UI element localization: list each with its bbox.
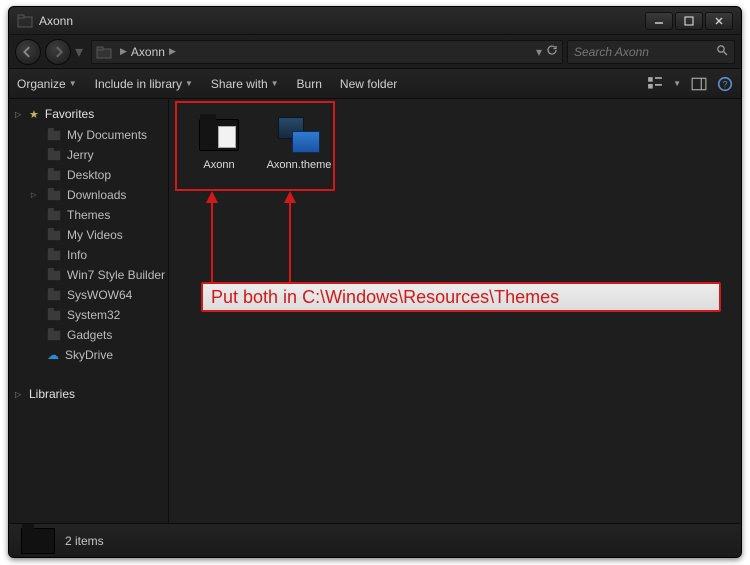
breadcrumb-arrow-icon[interactable]: ▶ <box>165 46 180 57</box>
sidebar-item-label: SysWOW64 <box>67 288 132 302</box>
sidebar-item[interactable]: Themes <box>9 205 168 225</box>
new-folder-button[interactable]: New folder <box>340 77 397 91</box>
preview-pane-icon[interactable] <box>691 76 707 92</box>
window-icon <box>17 13 33 29</box>
star-icon: ★ <box>29 108 39 121</box>
include-library-menu[interactable]: Include in library▼ <box>95 77 193 91</box>
location-folder-icon <box>96 44 112 60</box>
folder-icon <box>47 170 61 181</box>
search-placeholder: Search Axonn <box>574 45 649 59</box>
breadcrumb-label: Axonn <box>131 45 165 59</box>
address-bar[interactable]: ▶ Axonn ▶ ▾ <box>91 40 563 64</box>
libraries-header[interactable]: Libraries <box>9 383 168 405</box>
titlebar: Axonn <box>9 7 741 35</box>
sidebar-item-label: My Videos <box>67 228 123 242</box>
folder-icon <box>47 330 61 341</box>
sidebar: ★Favorites My Documents Jerry Desktop Downl… <box>9 99 169 523</box>
dropdown-icon[interactable]: ▼ <box>673 79 681 88</box>
folder-icon <box>47 270 61 281</box>
sidebar-item-label: Desktop <box>67 168 111 182</box>
forward-button[interactable] <box>45 39 71 65</box>
window-title: Axonn <box>39 14 645 28</box>
refresh-icon[interactable] <box>546 44 558 59</box>
nav-row: ▾ ▶ Axonn ▶ ▾ Search Axonn <box>9 35 741 69</box>
sidebar-item-label: SkyDrive <box>65 348 113 362</box>
window-controls <box>645 12 733 30</box>
sidebar-item[interactable]: Downloads <box>9 185 168 205</box>
dropdown-icon: ▼ <box>69 79 77 88</box>
sidebar-item-label: Downloads <box>67 188 126 202</box>
annotation-text: Put both in C:\Windows\Resources\Themes <box>211 287 559 308</box>
address-dropdown-icon[interactable]: ▾ <box>536 45 542 59</box>
share-with-menu[interactable]: Share with▼ <box>211 77 279 91</box>
back-button[interactable] <box>15 39 41 65</box>
sidebar-item[interactable]: My Documents <box>9 125 168 145</box>
sidebar-item[interactable]: Gadgets <box>9 325 168 345</box>
folder-icon <box>47 310 61 321</box>
burn-button[interactable]: Burn <box>297 77 322 91</box>
history-dropdown-icon[interactable]: ▾ <box>75 42 87 62</box>
sidebar-item[interactable]: ☁ SkyDrive <box>9 345 168 365</box>
minimize-button[interactable] <box>645 12 673 30</box>
sidebar-item-label: My Documents <box>67 128 147 142</box>
sidebar-item[interactable]: SysWOW64 <box>9 285 168 305</box>
search-icon <box>716 44 728 59</box>
svg-text:?: ? <box>722 79 727 89</box>
folder-icon <box>47 230 61 241</box>
folder-icon <box>47 150 61 161</box>
folder-icon <box>47 130 61 141</box>
sidebar-item-label: Info <box>67 248 87 262</box>
status-bar: 2 items <box>9 523 741 557</box>
breadcrumb[interactable]: Axonn <box>131 45 165 59</box>
close-button[interactable] <box>705 12 733 30</box>
dropdown-icon: ▼ <box>271 79 279 88</box>
annotation-callout: Put both in C:\Windows\Resources\Themes <box>201 282 721 312</box>
explorer-window: Axonn ▾ ▶ Axonn ▶ ▾ Search Axonn Or <box>8 6 742 558</box>
sidebar-item[interactable]: My Videos <box>9 225 168 245</box>
view-controls: ▼ ? <box>647 76 733 92</box>
sidebar-item[interactable]: Jerry <box>9 145 168 165</box>
sidebar-item[interactable]: Info <box>9 245 168 265</box>
sidebar-item-label: Themes <box>67 208 110 222</box>
status-thumbnail-icon <box>21 528 55 554</box>
folder-icon <box>47 250 61 261</box>
annotation-box <box>175 101 335 191</box>
sidebar-item-label: Jerry <box>67 148 94 162</box>
annotation-line <box>289 202 291 282</box>
sidebar-item-label: Win7 Style Builder <box>67 268 165 282</box>
sidebar-item-label: Gadgets <box>67 328 112 342</box>
sidebar-item[interactable]: Desktop <box>9 165 168 185</box>
annotation-line <box>211 202 213 282</box>
search-input[interactable]: Search Axonn <box>567 40 735 64</box>
folder-icon <box>47 210 61 221</box>
favorites-header[interactable]: ★Favorites <box>9 103 168 125</box>
sidebar-item[interactable]: System32 <box>9 305 168 325</box>
skydrive-icon: ☁ <box>47 348 59 362</box>
folder-icon <box>47 290 61 301</box>
folder-icon <box>47 190 61 201</box>
organize-menu[interactable]: Organize▼ <box>17 77 77 91</box>
breadcrumb-arrow-icon[interactable]: ▶ <box>116 46 131 57</box>
status-text: 2 items <box>65 534 104 548</box>
maximize-button[interactable] <box>675 12 703 30</box>
sidebar-item[interactable]: Win7 Style Builder <box>9 265 168 285</box>
sidebar-item-label: System32 <box>67 308 120 322</box>
dropdown-icon: ▼ <box>185 79 193 88</box>
toolbar: Organize▼ Include in library▼ Share with… <box>9 69 741 99</box>
view-options-icon[interactable] <box>647 76 663 92</box>
help-icon[interactable]: ? <box>717 76 733 92</box>
address-end-controls: ▾ <box>536 44 558 59</box>
